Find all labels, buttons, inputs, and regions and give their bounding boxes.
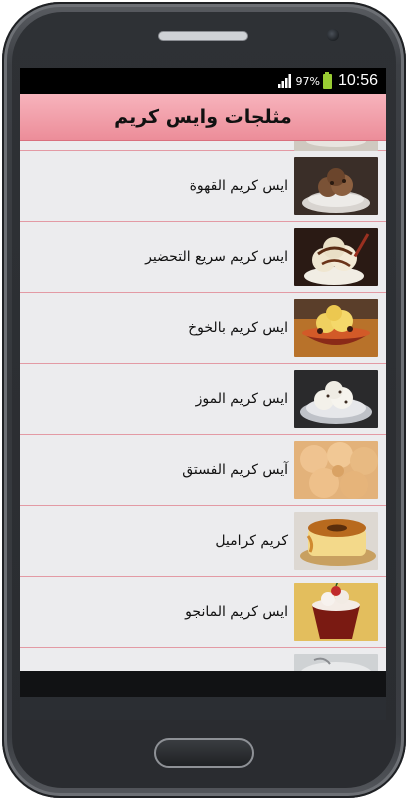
signal-bars-icon [277, 74, 291, 88]
list-item-partial-bottom[interactable] [20, 648, 386, 671]
pistachio-ice-cream-thumbnail [294, 441, 378, 499]
recipe-title: آيس كريم الفستق [182, 462, 288, 478]
list-item-quick-ice-cream[interactable]: ايس كريم سريع التحضير [20, 222, 386, 293]
dessert-photo [294, 654, 378, 671]
recipe-title: ايس كريم بالخوخ [188, 320, 288, 336]
creme-caramel-thumbnail [294, 512, 378, 570]
list-item-peach-ice-cream[interactable]: ايس كريم بالخوخ [20, 293, 386, 364]
earpiece-speaker [158, 31, 248, 41]
peach-ice-cream-thumbnail [294, 299, 378, 357]
pistachio-ice-cream-photo [294, 441, 378, 499]
list-item-coffee-ice-cream[interactable]: ايس كريم القهوة [20, 151, 386, 222]
banana-ice-cream-photo [294, 370, 378, 428]
quick-ice-cream-thumbnail [294, 228, 378, 286]
battery-percent: 97% [295, 74, 320, 88]
coffee-ice-cream-thumbnail [294, 157, 378, 215]
mango-ice-cream-thumbnail [294, 583, 378, 641]
battery-icon [322, 71, 332, 89]
coffee-ice-cream-photo [294, 157, 378, 215]
status-bar: 97% 10:56 [20, 68, 386, 94]
recipe-list-content: ايس كريم القهوة ايس كريم سريع التحضير اي… [20, 141, 386, 671]
recipe-title: كريم كراميل [215, 533, 288, 549]
list-item-partial[interactable] [20, 141, 386, 151]
front-camera-icon [327, 29, 339, 41]
dessert-photo [294, 141, 378, 151]
app-title: مثلجات وايس كريم [114, 106, 292, 128]
creme-caramel-photo [294, 512, 378, 570]
recipe-title: ايس كريم القهوة [189, 178, 288, 194]
app-title-bar: مثلجات وايس كريم [20, 94, 386, 141]
clock: 10:56 [337, 72, 378, 89]
recipe-title: ايس كريم الموز [195, 391, 288, 407]
dessert-thumbnail [294, 654, 378, 671]
screen: 97% 10:56 مثلجات وايس كريم ايس كريم القه… [20, 68, 386, 720]
list-item-creme-caramel[interactable]: كريم كراميل [20, 506, 386, 577]
dessert-thumbnail [294, 141, 378, 151]
recipe-title: ايس كريم المانجو [185, 604, 288, 620]
peach-ice-cream-photo [294, 299, 378, 357]
recipe-title: ايس كريم سريع التحضير [145, 249, 288, 265]
bottom-bar [20, 671, 386, 720]
list-item-banana-ice-cream[interactable]: ايس كريم الموز [20, 364, 386, 435]
list-item-pistachio-ice-cream[interactable]: آيس كريم الفستق [20, 435, 386, 506]
banana-ice-cream-thumbnail [294, 370, 378, 428]
quick-ice-cream-photo [294, 228, 378, 286]
home-button[interactable] [154, 738, 254, 768]
recipe-list[interactable]: ايس كريم القهوة ايس كريم سريع التحضير اي… [20, 141, 386, 671]
navigation-strip [20, 697, 386, 720]
mango-ice-cream-photo [294, 583, 378, 641]
list-item-mango-ice-cream[interactable]: ايس كريم المانجو [20, 577, 386, 648]
